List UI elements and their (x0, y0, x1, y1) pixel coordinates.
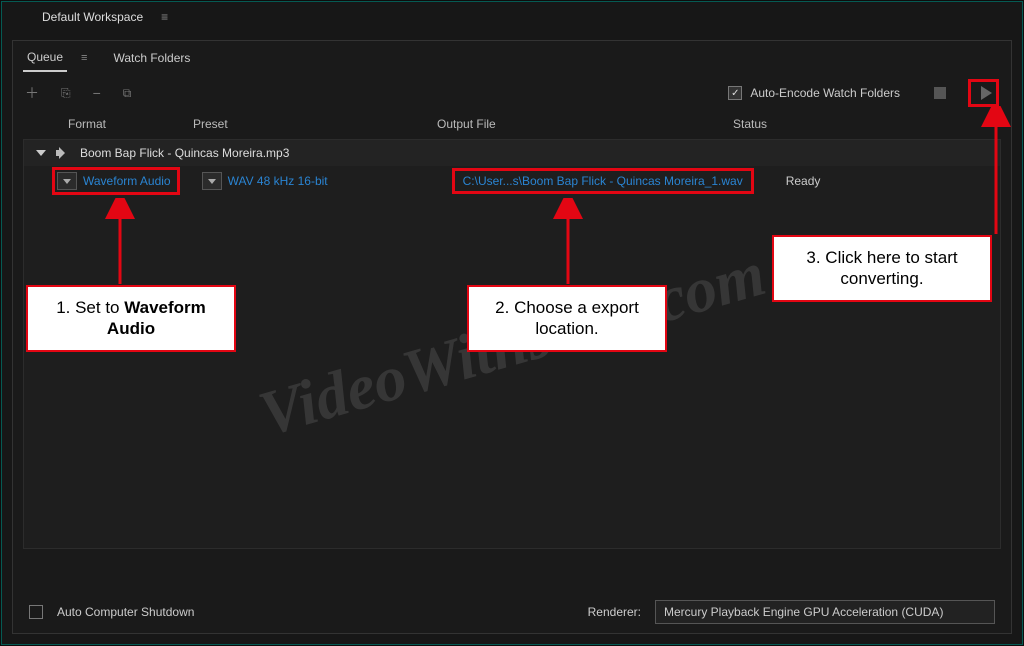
format-cell: Waveform Audio (52, 167, 180, 195)
column-preset: Preset (183, 117, 433, 131)
play-icon (981, 86, 992, 100)
tab-watch-folders[interactable]: Watch Folders (109, 45, 194, 71)
preset-cell: WAV 48 kHz 16-bit (200, 170, 334, 192)
renderer-label: Renderer: (588, 605, 641, 619)
workspace-menu-icon[interactable]: ≡ (161, 10, 168, 24)
annotation-callout-3: 3. Click here to start converting. (772, 235, 992, 302)
callout-2-text: 2. Choose a export location. (495, 298, 639, 338)
preset-dropdown[interactable] (202, 172, 222, 190)
start-queue-button[interactable] (968, 79, 999, 107)
auto-shutdown-checkbox[interactable] (29, 605, 43, 619)
remove-icon[interactable]: − (93, 85, 101, 101)
renderer-value: Mercury Playback Engine GPU Acceleration… (664, 605, 943, 619)
chevron-down-icon (63, 179, 71, 184)
column-status: Status (723, 117, 1011, 131)
tab-queue[interactable]: Queue (23, 44, 67, 72)
queue-column-headers: Format Preset Output File Status (13, 111, 1011, 139)
annotation-callout-2: 2. Choose a export location. (467, 285, 667, 352)
duplicate-icon[interactable]: ⧉ (123, 86, 132, 101)
format-link[interactable]: Waveform Audio (83, 174, 171, 188)
callout-1-text: 1. Set to (56, 298, 124, 317)
audio-source-icon (56, 146, 70, 160)
stop-queue-button[interactable] (934, 87, 946, 99)
queue-tab-menu-icon[interactable]: ≡ (73, 52, 95, 64)
workspace-name[interactable]: Default Workspace (42, 10, 143, 24)
callout-3-text: 3. Click here to start converting. (806, 248, 957, 288)
annotation-callout-1: 1. Set to Waveform Audio (26, 285, 236, 352)
preset-link[interactable]: WAV 48 kHz 16-bit (228, 174, 328, 188)
column-format: Format (13, 117, 183, 131)
panel-footer: Auto Computer Shutdown Renderer: Mercury… (13, 591, 1011, 633)
add-source-icon[interactable]: ＋ (25, 83, 39, 103)
output-file-link[interactable]: C:\User...s\Boom Bap Flick - Quincas Mor… (463, 174, 743, 188)
chevron-down-icon (208, 179, 216, 184)
queue-output-row[interactable]: Waveform Audio WAV 48 kHz 16-bit C:\User… (24, 166, 1000, 196)
column-output-file: Output File (433, 117, 723, 131)
panel-tabs: Queue ≡ Watch Folders (13, 41, 1011, 75)
workspace-bar: Default Workspace ≡ (2, 2, 1022, 32)
auto-encode-watch-folders[interactable]: ✓ Auto-Encode Watch Folders (728, 86, 900, 100)
format-dropdown[interactable] (57, 172, 77, 190)
renderer-dropdown[interactable]: Mercury Playback Engine GPU Acceleration… (655, 600, 995, 624)
source-filename: Boom Bap Flick - Quincas Moreira.mp3 (80, 146, 289, 160)
queue-source-row[interactable]: Boom Bap Flick - Quincas Moreira.mp3 (24, 140, 1000, 166)
output-file-cell: C:\User...s\Boom Bap Flick - Quincas Mor… (452, 168, 754, 194)
expand-source-icon[interactable] (36, 150, 46, 156)
queue-toolbar: ＋ ⎘ − ⧉ ✓ Auto-Encode Watch Folders (13, 75, 1011, 111)
auto-shutdown-label: Auto Computer Shutdown (57, 605, 194, 619)
auto-encode-checkbox[interactable]: ✓ (728, 86, 742, 100)
add-output-icon[interactable]: ⎘ (61, 86, 71, 101)
status-text: Ready (786, 174, 821, 188)
auto-encode-label: Auto-Encode Watch Folders (750, 86, 900, 100)
